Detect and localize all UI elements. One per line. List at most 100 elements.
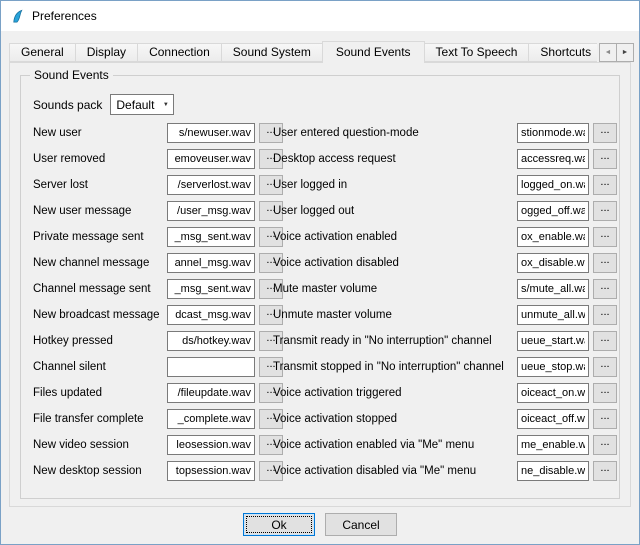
sound-file-input[interactable] xyxy=(517,279,589,299)
sound-event-row: Server lost... xyxy=(33,172,283,198)
browse-button[interactable]: ... xyxy=(593,253,617,273)
browse-button[interactable]: ... xyxy=(593,409,617,429)
tab-bar: GeneralDisplayConnectionSound SystemSoun… xyxy=(9,41,597,63)
tab-sound-system[interactable]: Sound System xyxy=(221,43,323,62)
tab-display[interactable]: Display xyxy=(75,43,138,62)
sound-file-input[interactable] xyxy=(167,461,255,481)
sound-file-input[interactable] xyxy=(517,461,589,481)
tab-scroll-right-icon[interactable]: ► xyxy=(616,43,634,62)
sound-event-row: New user... xyxy=(33,120,283,146)
browse-button[interactable]: ... xyxy=(593,123,617,143)
sound-file-input[interactable] xyxy=(167,383,255,403)
sound-event-row: New broadcast message... xyxy=(33,302,283,328)
sound-file-input[interactable] xyxy=(517,149,589,169)
browse-button[interactable]: ... xyxy=(593,279,617,299)
sound-event-row: Files updated... xyxy=(33,380,283,406)
sound-file-input[interactable] xyxy=(517,331,589,351)
sound-file-input[interactable] xyxy=(517,201,589,221)
sound-event-row: Mute master volume... xyxy=(273,276,617,302)
sound-event-label: User entered question-mode xyxy=(273,127,517,139)
sound-file-input[interactable] xyxy=(167,201,255,221)
sound-event-row: Voice activation disabled via "Me" menu.… xyxy=(273,458,617,484)
sound-event-label: Voice activation disabled xyxy=(273,257,517,269)
sound-file-input[interactable] xyxy=(167,331,255,351)
sound-file-input[interactable] xyxy=(167,305,255,325)
sound-file-input[interactable] xyxy=(167,435,255,455)
sound-event-label: New video session xyxy=(33,439,167,451)
sound-event-row: User entered question-mode... xyxy=(273,120,617,146)
sound-event-label: New broadcast message xyxy=(33,309,167,321)
dialog-buttons: Ok Cancel xyxy=(1,513,639,536)
browse-button[interactable]: ... xyxy=(593,461,617,481)
sounds-pack-label: Sounds pack xyxy=(33,98,102,112)
sound-event-label: Hotkey pressed xyxy=(33,335,167,347)
browse-button[interactable]: ... xyxy=(593,357,617,377)
tab-text-to-speech[interactable]: Text To Speech xyxy=(424,43,530,62)
sound-file-input[interactable] xyxy=(517,305,589,325)
sound-file-input[interactable] xyxy=(517,253,589,273)
sound-event-row: New desktop session... xyxy=(33,458,283,484)
sound-file-input[interactable] xyxy=(167,123,255,143)
sound-event-row: Channel message sent... xyxy=(33,276,283,302)
browse-button[interactable]: ... xyxy=(593,175,617,195)
browse-button[interactable]: ... xyxy=(593,383,617,403)
browse-button[interactable]: ... xyxy=(593,149,617,169)
tab-connection[interactable]: Connection xyxy=(137,43,222,62)
sound-event-row: Voice activation disabled... xyxy=(273,250,617,276)
sound-event-label: Private message sent xyxy=(33,231,167,243)
sound-file-input[interactable] xyxy=(167,253,255,273)
tab-general[interactable]: General xyxy=(9,43,76,62)
sound-event-row: Channel silent... xyxy=(33,354,283,380)
sound-event-row: New video session... xyxy=(33,432,283,458)
titlebar: Preferences xyxy=(1,1,639,31)
sound-event-label: File transfer complete xyxy=(33,413,167,425)
browse-button[interactable]: ... xyxy=(593,331,617,351)
sound-event-label: New user xyxy=(33,127,167,139)
sound-file-input[interactable] xyxy=(517,383,589,403)
sound-event-row: User logged out... xyxy=(273,198,617,224)
sound-events-tab-page: Sound Events Sounds pack Default ▼ New u… xyxy=(9,62,631,507)
sound-event-row: User removed... xyxy=(33,146,283,172)
sound-event-label: Mute master volume xyxy=(273,283,517,295)
sound-event-label: User removed xyxy=(33,153,167,165)
tab-scroll-left-icon[interactable]: ◄ xyxy=(599,43,617,62)
tab-shortcuts[interactable]: Shortcuts xyxy=(528,43,597,62)
sound-events-column-right: User entered question-mode... Desktop acc… xyxy=(273,120,617,484)
sound-event-row: Hotkey pressed... xyxy=(33,328,283,354)
browse-button[interactable]: ... xyxy=(593,435,617,455)
sound-file-input[interactable] xyxy=(517,227,589,247)
browse-button[interactable]: ... xyxy=(593,201,617,221)
sound-event-label: Channel silent xyxy=(33,361,167,373)
browse-button[interactable]: ... xyxy=(593,227,617,247)
tab-sound-events[interactable]: Sound Events xyxy=(322,41,425,63)
sound-event-label: Voice activation enabled via "Me" menu xyxy=(273,439,517,451)
sound-event-row: Voice activation triggered... xyxy=(273,380,617,406)
sound-event-row: Unmute master volume... xyxy=(273,302,617,328)
sound-file-input[interactable] xyxy=(167,279,255,299)
browse-button[interactable]: ... xyxy=(593,305,617,325)
sound-file-input[interactable] xyxy=(517,357,589,377)
sound-events-column-left: New user...User removed...Server lost...… xyxy=(33,120,283,484)
sound-file-input[interactable] xyxy=(167,357,255,377)
sound-file-input[interactable] xyxy=(167,227,255,247)
ok-button[interactable]: Ok xyxy=(243,513,315,536)
sounds-pack-select[interactable]: Default ▼ xyxy=(110,94,174,115)
sound-event-label: Transmit ready in "No interruption" chan… xyxy=(273,335,517,347)
sound-file-input[interactable] xyxy=(517,435,589,455)
sound-event-row: Transmit ready in "No interruption" chan… xyxy=(273,328,617,354)
preferences-window: Preferences GeneralDisplayConnectionSoun… xyxy=(0,0,640,545)
sound-file-input[interactable] xyxy=(167,149,255,169)
sound-event-label: Unmute master volume xyxy=(273,309,517,321)
sounds-pack-row: Sounds pack Default ▼ xyxy=(33,94,174,115)
sound-file-input[interactable] xyxy=(517,409,589,429)
window-title: Preferences xyxy=(32,9,97,23)
sound-event-label: Voice activation triggered xyxy=(273,387,517,399)
cancel-button[interactable]: Cancel xyxy=(325,513,397,536)
sound-file-input[interactable] xyxy=(167,409,255,429)
tab-scroll-control: ◄ ► xyxy=(599,43,634,62)
sound-event-label: Desktop access request xyxy=(273,153,517,165)
sound-file-input[interactable] xyxy=(167,175,255,195)
sound-event-row: Transmit stopped in "No interruption" ch… xyxy=(273,354,617,380)
sound-file-input[interactable] xyxy=(517,175,589,195)
sound-file-input[interactable] xyxy=(517,123,589,143)
